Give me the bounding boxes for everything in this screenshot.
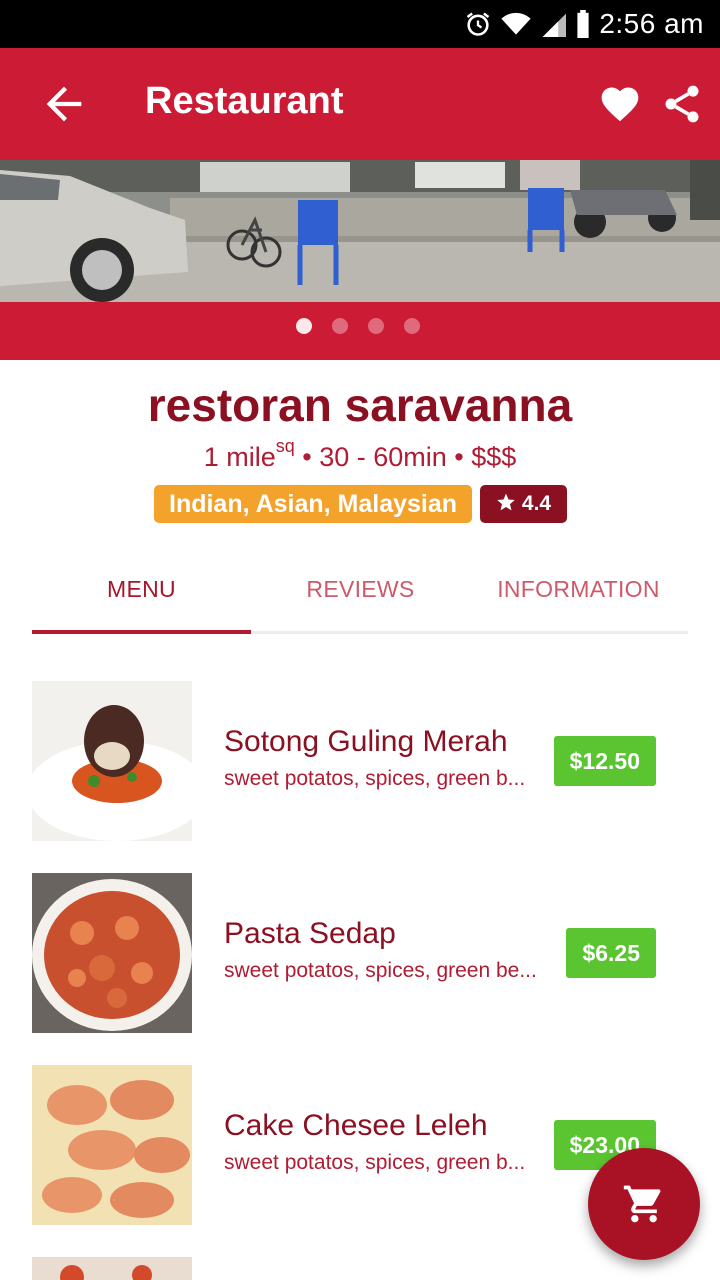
- menu-item[interactable]: Pasta Sedap sweet potatos, spices, green…: [32, 873, 688, 1033]
- tab-indicator: [32, 630, 251, 634]
- menu-item-image: [32, 1257, 192, 1280]
- rating-value: 4.4: [521, 492, 552, 515]
- price-tag: $6.25: [566, 928, 656, 978]
- restaurant-tags: Indian, Asian, Malaysian 4.4: [154, 485, 568, 523]
- battery-icon: [577, 10, 589, 38]
- restaurant-photo[interactable]: [0, 160, 720, 302]
- tab-reviews[interactable]: REVIEWS: [251, 576, 470, 603]
- menu-item[interactable]: Sotong Guling Merah sweet potatos, spice…: [32, 681, 688, 841]
- rating-badge: 4.4: [480, 485, 568, 523]
- status-time: 2:56 am: [599, 8, 704, 39]
- carousel-dot[interactable]: [332, 318, 348, 334]
- back-arrow-icon[interactable]: [38, 78, 90, 130]
- carousel-dots: [296, 318, 420, 334]
- cart-button[interactable]: [588, 1148, 700, 1260]
- app-bar: Restaurant: [0, 48, 720, 160]
- distance-text: 1 mile: [203, 442, 276, 472]
- share-icon[interactable]: [660, 82, 704, 126]
- tab-menu[interactable]: MENU: [32, 576, 251, 603]
- status-bar: 2:56 am: [0, 0, 720, 48]
- restaurant-name: restoran saravanna: [147, 379, 573, 431]
- app-bar-title: Restaurant: [145, 80, 344, 122]
- status-icons: [464, 10, 592, 38]
- carousel-indicator-bar: [0, 302, 720, 360]
- alarm-icon: [466, 12, 490, 36]
- tab-information[interactable]: INFORMATION: [469, 576, 688, 603]
- wifi-icon: [501, 12, 531, 35]
- menu-item-image: [32, 681, 192, 841]
- menu-item-description: sweet potatos, spices, green b...: [224, 1151, 526, 1174]
- heart-icon[interactable]: [598, 82, 642, 126]
- menu-item-description: sweet potatos, spices, green b...: [224, 767, 526, 790]
- price-tag: $12.50: [553, 736, 656, 786]
- meta-rest-text: • 30 - 60min • $$$: [294, 442, 517, 472]
- menu-item-name: Cake Chesee Leleh: [224, 1109, 488, 1142]
- star-icon: [497, 493, 515, 511]
- signal-icon: [542, 13, 566, 37]
- cart-icon: [623, 1185, 661, 1223]
- menu-item-image: [32, 873, 192, 1033]
- menu-item-image: [32, 1065, 192, 1225]
- distance-unit-sup: sq: [275, 436, 295, 456]
- tab-bar: MENU REVIEWS INFORMATION: [32, 548, 688, 634]
- menu-item[interactable]: [32, 1257, 688, 1280]
- restaurant-meta: 1 milesq • 30 - 60min • $$$: [0, 436, 720, 473]
- carousel-dot[interactable]: [368, 318, 384, 334]
- menu-item-name: Pasta Sedap: [224, 917, 396, 950]
- street-scene-image: [0, 160, 720, 302]
- menu-item-description: sweet potatos, spices, green be...: [224, 959, 537, 982]
- menu-item-name: Sotong Guling Merah: [224, 725, 508, 758]
- carousel-dot[interactable]: [404, 318, 420, 334]
- cuisine-tag: Indian, Asian, Malaysian: [154, 485, 473, 523]
- carousel-dot[interactable]: [296, 318, 312, 334]
